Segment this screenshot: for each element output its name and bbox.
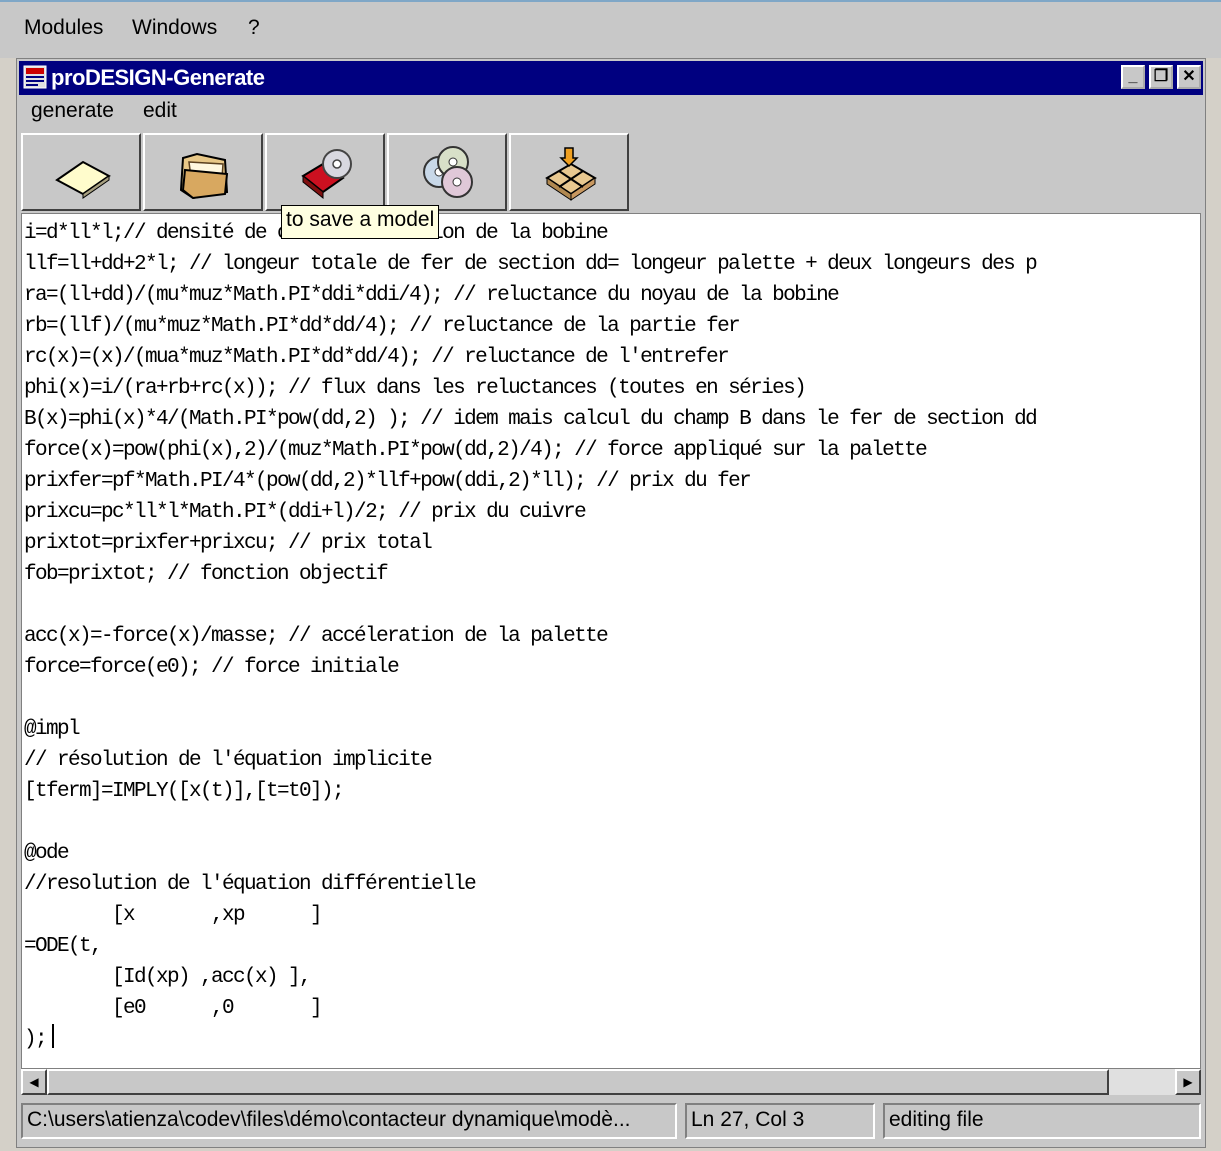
tooltip: to save a model xyxy=(281,205,440,239)
inner-menubar: generate edit xyxy=(19,95,1203,131)
new-button[interactable] xyxy=(21,133,141,211)
restore-button[interactable]: ❐ xyxy=(1149,65,1173,89)
app-icon xyxy=(23,65,47,89)
close-button[interactable]: ✕ xyxy=(1177,65,1201,89)
title-bar[interactable]: proDESIGN-Generate _ ❐ ✕ xyxy=(19,61,1203,95)
menu-modules[interactable]: Modules xyxy=(24,16,103,40)
status-cursor-position: Ln 27, Col 3 xyxy=(685,1103,875,1139)
cd-button[interactable] xyxy=(387,133,507,211)
code-editor[interactable]: i=d*ll*l;// densité de courant * section… xyxy=(21,213,1201,1069)
scroll-left-arrow-icon[interactable]: ◀ xyxy=(21,1069,47,1095)
outer-menubar: Modules Windows ? xyxy=(0,0,1221,58)
scroll-right-arrow-icon[interactable]: ▶ xyxy=(1175,1069,1201,1095)
new-document-icon xyxy=(55,160,111,199)
window-title: proDESIGN-Generate xyxy=(51,65,265,90)
menu-generate[interactable]: generate xyxy=(31,99,114,123)
status-bar: C:\users\atienza\codev\files\démo\contac… xyxy=(21,1103,1201,1139)
save-button[interactable] xyxy=(265,133,385,211)
horizontal-scrollbar[interactable]: ◀ ▶ xyxy=(21,1069,1201,1095)
menu-windows[interactable]: Windows xyxy=(132,16,217,40)
save-book-cd-icon xyxy=(301,149,352,200)
code-text[interactable]: i=d*ll*l;// densité de courant * section… xyxy=(24,218,1038,1055)
status-mode: editing file xyxy=(883,1103,1201,1139)
menu-edit[interactable]: edit xyxy=(143,99,177,123)
internal-frame: proDESIGN-Generate _ ❐ ✕ generate edit i… xyxy=(16,58,1206,1148)
package-icon xyxy=(545,147,597,201)
open-folder-icon xyxy=(179,152,229,200)
menu-help[interactable]: ? xyxy=(248,16,260,40)
text-caret xyxy=(52,1024,54,1048)
minimize-button[interactable]: _ xyxy=(1121,65,1145,89)
scrollbar-thumb[interactable] xyxy=(47,1069,1109,1095)
open-button[interactable] xyxy=(143,133,263,211)
cd-discs-icon xyxy=(423,146,473,198)
toolbar xyxy=(21,133,641,211)
package-button[interactable] xyxy=(509,133,629,211)
status-file-path: C:\users\atienza\codev\files\démo\contac… xyxy=(21,1103,677,1139)
